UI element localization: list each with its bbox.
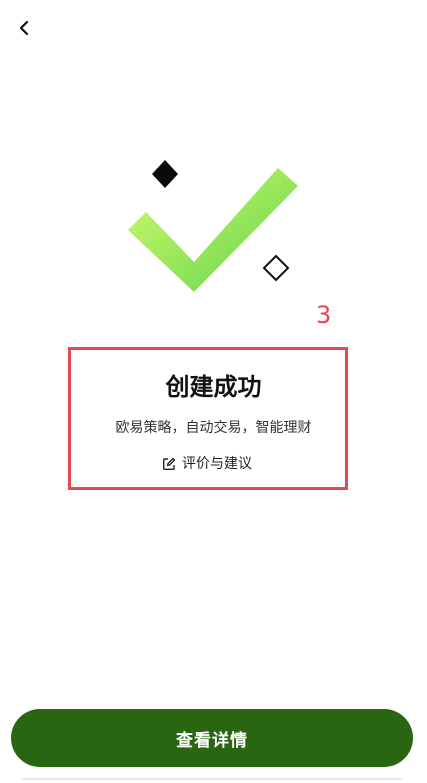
bottom-divider bbox=[22, 778, 402, 780]
back-button[interactable] bbox=[10, 14, 38, 42]
success-illustration bbox=[0, 150, 427, 310]
success-title: 创建成功 bbox=[165, 373, 262, 401]
view-details-button[interactable]: 查看详情 bbox=[11, 709, 413, 767]
feedback-label: 评价与建议 bbox=[182, 456, 252, 472]
diamond-outline-icon bbox=[262, 254, 290, 282]
success-subtitle: 欧易策略，自动交易，智能理财 bbox=[115, 420, 312, 436]
chevron-left-icon bbox=[19, 20, 29, 36]
checkmark-icon bbox=[128, 168, 298, 292]
annotation-step-number: 3 bbox=[316, 301, 332, 329]
feedback-link[interactable]: 评价与建议 bbox=[162, 453, 252, 475]
edit-icon bbox=[163, 457, 176, 470]
diamond-filled-icon bbox=[152, 160, 178, 188]
